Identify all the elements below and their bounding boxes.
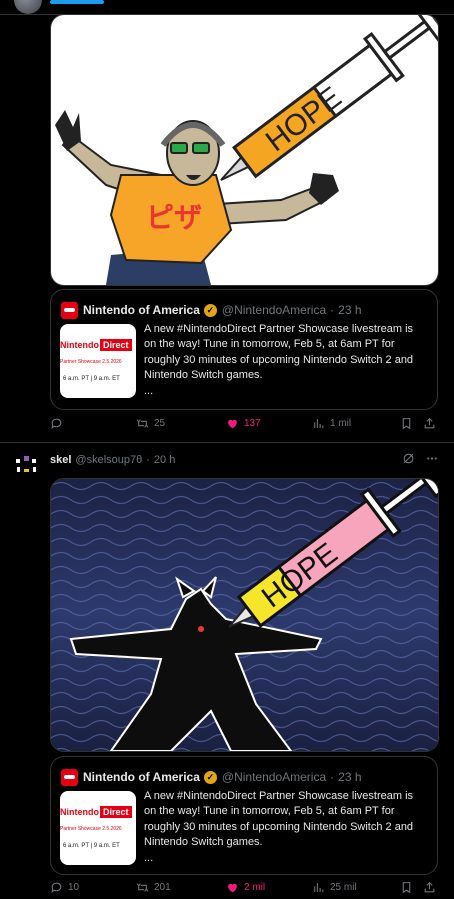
view-count: 1 mil [330,418,352,429]
quote-timestamp[interactable]: 23 h [338,770,361,784]
more-icon[interactable] [425,452,439,465]
share-icon [424,881,435,893]
repost-icon [136,883,149,892]
repost-count: 201 [154,882,171,893]
author-handle[interactable]: @skelsoup7θ [75,454,142,466]
bookmark-icon [402,882,411,894]
heart-icon [228,419,237,429]
grok-icon[interactable] [402,452,415,465]
quote-header: Nintendo of America ✓ @NintendoAmerica ·… [61,768,362,786]
nintendo-logo-icon [61,301,78,319]
quote-author-name[interactable]: Nintendo of America [83,303,200,317]
separator: · [146,454,150,466]
bookmark-button[interactable] [400,881,413,894]
avatar[interactable] [14,454,40,478]
share-button[interactable] [423,417,436,430]
like-count: 137 [244,418,261,429]
quote-text: A new #NintendoDirect Partner Showcase l… [144,323,414,381]
thumbnail-brand: Nintendo [60,807,99,817]
quote-text: A new #NintendoDirect Partner Showcase l… [144,790,414,848]
quote-author-handle[interactable]: @NintendoAmerica [222,303,326,317]
share-icon [424,417,435,429]
verified-badge-icon: ✓ [203,303,217,317]
thumbnail-brand: Nintendo [60,340,99,350]
verified-badge-icon: ✓ [203,770,217,784]
action-bar: 10 201 2 mil 25 mil [50,881,440,899]
shirt-text: ピザ [146,202,202,233]
nintendo-logo-icon [61,768,78,786]
separator: · [330,770,335,784]
views-icon [314,883,324,892]
like-count: 2 mil [244,882,266,893]
quote-card[interactable]: Nintendo of America ✓ @NintendoAmerica ·… [50,289,438,410]
quote-more: ... [144,385,154,397]
reply-icon [51,882,62,894]
thumbnail-direct: Direct [100,806,132,818]
post-header: skel @skelsoup7θ · 20 h [50,452,175,468]
post-timestamp[interactable]: 20 h [154,454,175,466]
separator: · [330,303,335,317]
thumbnail-time: 6 a.m. PT | 9 a.m. ET [63,843,120,849]
tab-indicator [50,0,104,4]
like-button[interactable]: 137 [226,417,261,430]
divider [0,442,454,443]
views-button[interactable]: 25 mil [312,881,357,894]
reply-button[interactable]: 10 [50,881,79,894]
action-bar: 25 137 1 mil [50,417,440,435]
repost-icon [136,419,149,428]
post-image[interactable]: ピザ HOPE [50,14,439,286]
quote-header: Nintendo of America ✓ @NintendoAmerica ·… [61,301,362,319]
quote-timestamp[interactable]: 23 h [338,303,361,317]
reply-count: 10 [68,882,80,893]
views-button[interactable]: 1 mil [312,417,351,430]
bookmark-icon [402,418,411,430]
thumbnail-subtitle: Partner Showcase 2.5.2026 [60,826,122,832]
quote-thumbnail: Nintendo Direct Partner Showcase 2.5.202… [60,324,136,398]
heart-icon [228,883,237,893]
thumbnail-subtitle: Partner Showcase 2.5.2026 [60,359,122,365]
repost-count: 25 [154,418,166,429]
bookmark-button[interactable] [400,417,413,430]
repost-button[interactable]: 25 [136,417,165,430]
quote-author-name[interactable]: Nintendo of America [83,770,200,784]
share-button[interactable] [423,881,436,894]
quote-more: ... [144,852,154,864]
quote-card[interactable]: Nintendo of America ✓ @NintendoAmerica ·… [50,756,438,875]
reply-button[interactable] [50,417,68,430]
thumbnail-direct: Direct [100,339,132,351]
repost-button[interactable]: 201 [136,881,171,894]
avatar[interactable] [14,0,42,14]
views-icon [314,419,324,428]
quote-thumbnail: Nintendo Direct Partner Showcase 2.5.202… [60,791,136,865]
post-header-actions [402,452,439,465]
like-button[interactable]: 2 mil [226,881,265,894]
author-name[interactable]: skel [50,454,71,466]
thumbnail-time: 6 a.m. PT | 9 a.m. ET [63,376,120,382]
view-count: 25 mil [330,882,357,893]
post-image[interactable]: HOPE [50,478,439,752]
quote-author-handle[interactable]: @NintendoAmerica [222,770,326,784]
reply-icon [51,418,62,430]
